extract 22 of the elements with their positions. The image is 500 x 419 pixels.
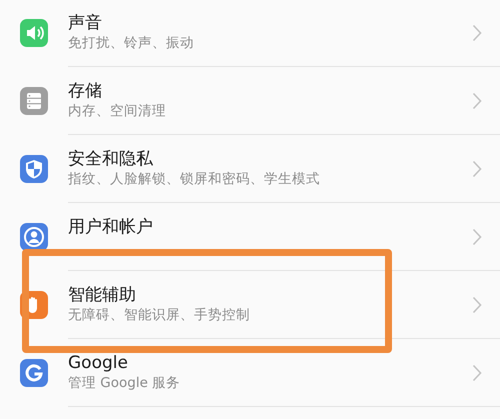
chevron-right-icon[interactable] bbox=[472, 228, 482, 246]
setting-title: 安全和隐私 bbox=[68, 148, 154, 170]
speaker-icon bbox=[20, 19, 48, 47]
chevron-right-icon[interactable] bbox=[472, 92, 482, 110]
setting-title: 智能辅助 bbox=[68, 284, 137, 306]
setting-title: 存储 bbox=[68, 80, 103, 102]
user-icon bbox=[20, 223, 48, 251]
shield-icon bbox=[20, 155, 48, 183]
chevron-right-icon[interactable] bbox=[472, 364, 482, 382]
setting-description: 无障碍、智能识屏、手势控制 bbox=[68, 306, 251, 325]
setting-description: 管理 Google 服务 bbox=[68, 374, 182, 393]
setting-description: 指纹、人脸解锁、锁屏和密码、学生模式 bbox=[68, 170, 321, 189]
chevron-right-icon[interactable] bbox=[472, 296, 482, 314]
chevron-right-icon[interactable] bbox=[472, 24, 482, 42]
setting-title: Google bbox=[68, 352, 129, 374]
storage-icon bbox=[20, 87, 48, 115]
setting-description: 免打扰、铃声、振动 bbox=[68, 34, 195, 53]
setting-title: 声音 bbox=[68, 12, 103, 34]
setting-title: 用户和帐户 bbox=[68, 216, 154, 238]
setting-description: 内存、空间清理 bbox=[68, 102, 167, 121]
g-letter-icon bbox=[20, 359, 48, 387]
chevron-right-icon[interactable] bbox=[472, 160, 482, 178]
